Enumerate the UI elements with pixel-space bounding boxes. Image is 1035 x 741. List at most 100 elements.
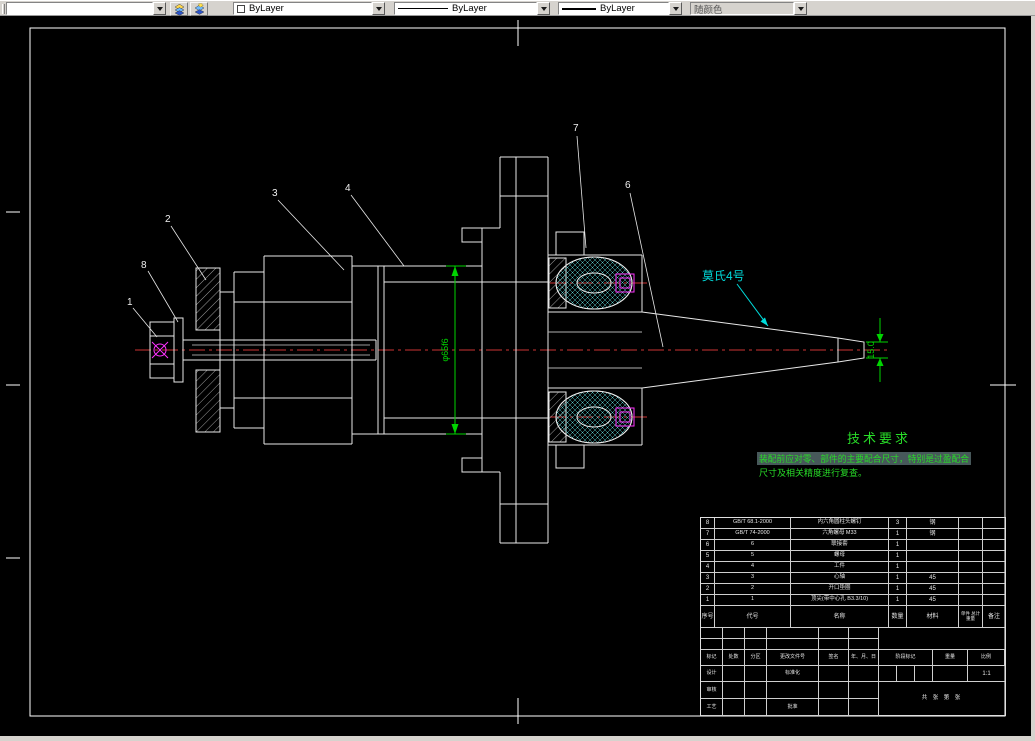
label-date: 年、月、日 — [849, 650, 879, 666]
color-value-text: ByLayer — [249, 3, 284, 14]
parts-cell: GB/T 68.1-2000 — [715, 518, 791, 529]
parts-cell: 5 — [715, 551, 791, 562]
sig-cell — [745, 666, 767, 682]
parts-cell: 5 — [701, 551, 715, 562]
parts-row: 6 6 联接套 1 — [701, 540, 1005, 551]
revision-cell — [819, 639, 849, 650]
revision-signature-block: 标记 处数 分区 更改文件号 签名 年、月、日 设计 标准化 审核 工艺 批准 — [701, 628, 879, 716]
label-design: 设计 — [701, 666, 723, 682]
lineweight-dropdown-arrow-icon[interactable] — [669, 2, 682, 15]
parts-cell: 1 — [889, 529, 907, 540]
make-object-layer-current-button[interactable] — [170, 2, 188, 16]
linetype-sample-icon — [398, 8, 448, 9]
parts-cell — [959, 562, 983, 573]
layer-dropdown[interactable] — [6, 2, 166, 15]
parts-cell — [959, 595, 983, 606]
title-block: 8 GB/T 68.1-2000 内六角圆柱头螺钉 3 钢 7 GB/T 74-2000 六… — [700, 517, 1006, 716]
parts-header-weight: 单件 总计 重量 — [959, 606, 983, 628]
parts-row: 2 2 开口垫圈 1 45 — [701, 584, 1005, 595]
svg-text:1: 1 — [127, 297, 133, 308]
parts-cell: 1 — [889, 562, 907, 573]
parts-cell: 45 — [907, 595, 959, 606]
lineweight-sample-icon — [562, 7, 596, 10]
callout-1: 1 — [127, 297, 158, 338]
sig-cell — [849, 699, 879, 716]
linetype-dropdown-arrow-icon[interactable] — [537, 2, 550, 15]
parts-cell: 7 — [701, 529, 715, 540]
technical-requirements: 技术要求 装配前应对零、部件的主要配合尺寸，特别是过盈配合 尺寸及相关精度进行复… — [757, 431, 971, 478]
sig-cell — [745, 699, 767, 716]
parts-header-note: 备注 — [983, 606, 1005, 628]
revision-cell — [767, 639, 819, 650]
label-sign: 签名 — [819, 650, 849, 666]
toolbar-grip[interactable] — [2, 4, 5, 14]
layer-previous-button[interactable] — [190, 2, 208, 16]
drawing-name-cell — [879, 628, 1005, 650]
sig-cell — [849, 666, 879, 682]
sig-cell — [723, 666, 745, 682]
diameter-dimension-text: φ65f6 — [440, 338, 450, 361]
parts-cell — [959, 573, 983, 584]
parts-cell: 顶尖(带中心孔 B3.3/10) — [791, 595, 889, 606]
parts-cell: 8 — [701, 518, 715, 529]
plotstyle-dropdown-value: 随颜色 — [690, 2, 794, 15]
parts-header-qty: 数量 — [889, 606, 907, 628]
revision-cell — [849, 628, 879, 639]
label-standard: 标准化 — [767, 666, 819, 682]
parts-cell: 3 — [701, 573, 715, 584]
parts-header-code: 代号 — [715, 606, 791, 628]
svg-text:2: 2 — [165, 214, 171, 225]
tech-req-line2: 尺寸及相关精度进行复查。 — [759, 467, 867, 478]
parts-cell: 1 — [889, 595, 907, 606]
morse-taper-label: 莫氏4号 — [702, 269, 745, 283]
color-dropdown[interactable]: ByLayer — [233, 2, 385, 15]
parts-header-material: 材料 — [907, 606, 959, 628]
parts-cell: 开口垫圈 — [791, 584, 889, 595]
window-bottom-edge — [0, 736, 1035, 741]
parts-cell — [959, 518, 983, 529]
callout-3: 3 — [272, 188, 345, 271]
color-dropdown-arrow-icon[interactable] — [372, 2, 385, 15]
morse-taper-annotation: 莫氏4号 — [702, 269, 769, 327]
label-stage: 阶段标记 — [879, 650, 933, 666]
parts-row: 8 GB/T 68.1-2000 内六角圆柱头螺钉 3 钢 — [701, 518, 1005, 529]
lineweight-dropdown[interactable]: ByLayer — [558, 2, 682, 15]
cad-application-window: ByLayer ByLayer ByLayer 随颜色 φ65f6 15.0 莫… — [0, 0, 1035, 741]
parts-cell: 联接套 — [791, 540, 889, 551]
parts-cell — [983, 584, 1005, 595]
revision-cell — [701, 639, 723, 650]
color-swatch-icon — [237, 4, 245, 13]
parts-cell: 3 — [715, 573, 791, 584]
parts-cell: 1 — [889, 540, 907, 551]
parts-cell — [959, 529, 983, 540]
revision-cell — [745, 628, 767, 639]
parts-header-name: 名称 — [791, 606, 889, 628]
parts-cell: 1 — [889, 584, 907, 595]
parts-cell — [907, 551, 959, 562]
linetype-dropdown-value: ByLayer — [394, 2, 537, 15]
parts-cell — [907, 540, 959, 551]
parts-list: 8 GB/T 68.1-2000 内六角圆柱头螺钉 3 钢 7 GB/T 74-2000 六… — [701, 518, 1005, 628]
callout-6: 6 — [625, 180, 664, 348]
tech-req-title: 技术要求 — [847, 431, 911, 446]
tip-dimension-text: 15.0 — [866, 341, 876, 359]
plotstyle-dropdown-arrow-icon[interactable] — [794, 2, 807, 15]
parts-row: 3 3 心轴 1 45 — [701, 573, 1005, 584]
parts-cell — [959, 540, 983, 551]
lineweight-dropdown-value: ByLayer — [558, 2, 669, 15]
parts-cell: 六角螺母 M33 — [791, 529, 889, 540]
parts-cell: 45 — [907, 584, 959, 595]
revision-cell — [723, 639, 745, 650]
parts-cell: 1 — [701, 595, 715, 606]
plotstyle-value-text: 随颜色 — [694, 4, 723, 15]
revision-cell — [723, 628, 745, 639]
layer-dropdown-arrow-icon[interactable] — [153, 2, 166, 15]
parts-header-no: 序号 — [701, 606, 715, 628]
label-weight: 重量 — [933, 650, 968, 666]
plotstyle-dropdown[interactable]: 随颜色 — [690, 2, 807, 15]
linetype-value-text: ByLayer — [452, 3, 487, 14]
parts-header-row: 序号 代号 名称 数量 材料 单件 总计 重量 备注 — [701, 606, 1005, 628]
linetype-dropdown[interactable]: ByLayer — [394, 2, 550, 15]
layer-previous-icon — [193, 3, 205, 15]
tech-req-line1: 装配前应对零、部件的主要配合尺寸，特别是过盈配合 — [759, 453, 969, 464]
